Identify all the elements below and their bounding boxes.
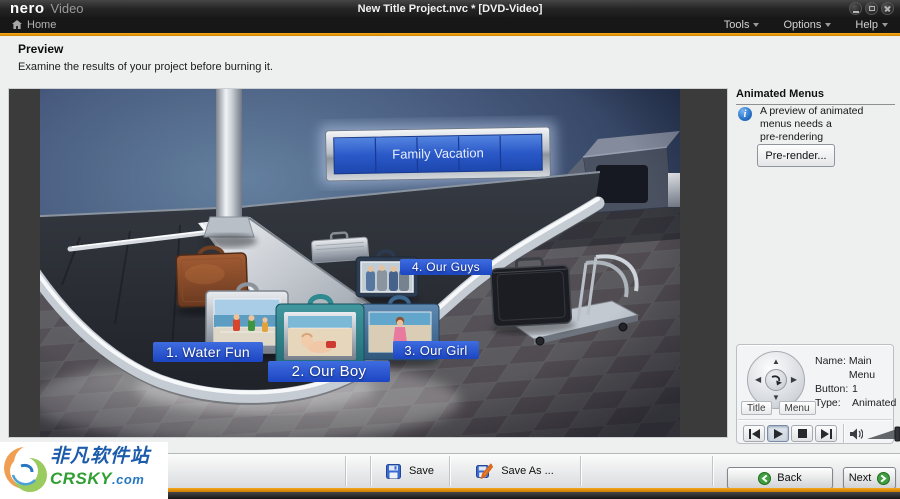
dvd-menu-preview: Family Vacation — [40, 89, 680, 437]
chevron-down-icon — [825, 23, 832, 27]
chevron-down-icon — [753, 23, 760, 27]
enter-arrow-icon — [771, 375, 782, 386]
menu-button-our-guys[interactable]: 4. Our Guys — [400, 259, 492, 275]
title-menu-buttons: Title Menu — [741, 401, 816, 415]
maximize-button[interactable] — [865, 2, 878, 15]
toolbar-separator — [449, 456, 450, 486]
scene-vignette — [40, 89, 680, 437]
toolbar-separator — [370, 456, 371, 486]
button-label: Button: — [815, 383, 849, 395]
crsky-watermark: 非凡软件站 CRSKY.com — [0, 442, 168, 499]
preview-panel: Family Vacation — [8, 88, 728, 438]
page-description: Examine the results of your project befo… — [18, 61, 273, 73]
remote-control-box: ▲ ▼ ◀ ▶ Name: Main Menu Button: 1 Type: Ani… — [736, 344, 900, 444]
next-label: Next — [848, 472, 872, 484]
watermark-brand: CRSKY — [50, 469, 113, 488]
back-label: Back — [777, 472, 802, 484]
info-text: A preview of animated menus needs a pre-… — [760, 105, 896, 144]
menu-help-label: Help — [855, 19, 878, 31]
pre-render-button[interactable]: Pre-render... — [757, 144, 835, 167]
prerender-info: i A preview of animated menus needs a pr… — [738, 105, 896, 144]
document-title: New Title Project.nvc * [DVD-Video] — [357, 2, 543, 15]
skip-back-button[interactable] — [743, 425, 765, 442]
menu-button-our-girl[interactable]: 3. Our Girl — [393, 341, 479, 359]
toolbar-separator — [345, 456, 346, 486]
watermark-text: 非凡软件站 CRSKY.com — [50, 447, 150, 487]
animated-menus-panel: Animated Menus i A preview of animated m… — [733, 88, 900, 450]
skip-back-icon — [748, 428, 760, 439]
maximize-icon — [869, 6, 875, 11]
save-button[interactable]: Save — [374, 455, 446, 487]
menu-options[interactable]: Options — [783, 19, 832, 31]
back-arrow-icon — [758, 471, 772, 485]
control-separator — [738, 419, 892, 421]
menu-tools[interactable]: Tools — [724, 19, 760, 31]
info-line-1: A preview of animated menus needs a — [760, 105, 864, 130]
accent-divider — [0, 33, 900, 36]
save-as-label: Save As ... — [501, 465, 554, 477]
crsky-logo-icon — [4, 445, 50, 492]
dpad-up-icon[interactable]: ▲ — [772, 358, 780, 366]
dpad-right-icon[interactable]: ▶ — [791, 376, 797, 384]
menu-tools-label: Tools — [723, 19, 750, 31]
save-label: Save — [408, 465, 435, 477]
toolbar-separator — [712, 456, 713, 486]
menu-scene: Family Vacation — [40, 89, 680, 437]
minimize-button[interactable] — [849, 2, 862, 15]
home-icon — [12, 20, 22, 29]
name-label: Name: — [815, 355, 846, 367]
volume-slider[interactable] — [867, 426, 900, 442]
app-type-label: Video — [50, 1, 84, 16]
info-icon: i — [738, 107, 752, 121]
menu-options-label: Options — [783, 19, 822, 31]
app-logo: nero Video — [10, 1, 84, 16]
next-button[interactable]: Next — [843, 467, 896, 489]
save-as-button[interactable]: Save As ... — [453, 455, 577, 487]
watermark-domain: .com — [112, 472, 145, 487]
nero-video-window: nero Video New Title Project.nvc * [DVD-… — [0, 0, 900, 499]
menu-bar: Home Tools Options Help — [0, 17, 900, 33]
dpad-enter-button[interactable] — [765, 369, 787, 391]
home-button[interactable]: Home — [12, 19, 56, 31]
menu-button-our-boy[interactable]: 2. Our Boy — [268, 361, 390, 382]
play-icon — [773, 428, 783, 439]
back-button[interactable]: Back — [727, 467, 833, 489]
nero-logo: nero — [10, 0, 45, 17]
stop-icon — [797, 429, 807, 438]
stop-button[interactable] — [791, 425, 813, 442]
title-button[interactable]: Title — [741, 401, 772, 415]
menu-button[interactable]: Menu — [778, 401, 816, 415]
page-title: Preview — [18, 42, 64, 56]
type-label: Type: — [815, 397, 841, 409]
speaker-icon — [850, 428, 863, 439]
skip-forward-button[interactable] — [815, 425, 837, 442]
minimize-icon — [853, 11, 859, 13]
panel-title: Animated Menus — [736, 88, 825, 100]
type-value: Animated — [852, 397, 897, 409]
skip-forward-icon — [820, 428, 832, 439]
toolbar-separator — [580, 456, 581, 486]
window-controls — [849, 2, 894, 15]
menu-items: Tools Options Help — [724, 19, 888, 31]
transport-separator — [843, 424, 844, 443]
save-as-icon — [476, 463, 494, 479]
name-value: Main Menu — [848, 355, 876, 381]
dpad-left-icon[interactable]: ◀ — [755, 376, 761, 384]
info-line-2: pre-rendering — [760, 131, 824, 143]
button-value: 1 — [852, 383, 858, 395]
home-label: Home — [27, 19, 57, 31]
close-button[interactable] — [881, 2, 894, 15]
menu-button-water-fun[interactable]: 1. Water Fun — [153, 342, 263, 362]
transport-controls — [743, 424, 900, 443]
save-disk-icon — [385, 463, 401, 479]
chevron-down-icon — [882, 23, 888, 27]
volume-wedge-icon — [867, 426, 900, 441]
button-properties: Name: Main Menu Button: 1 Type: Animated — [815, 354, 896, 410]
title-bar: nero Video New Title Project.nvc * [DVD-… — [0, 0, 900, 17]
play-button[interactable] — [767, 425, 789, 442]
watermark-site-name: 非凡软件站 — [50, 446, 151, 467]
next-arrow-icon — [877, 471, 891, 485]
menu-help[interactable]: Help — [855, 19, 888, 31]
